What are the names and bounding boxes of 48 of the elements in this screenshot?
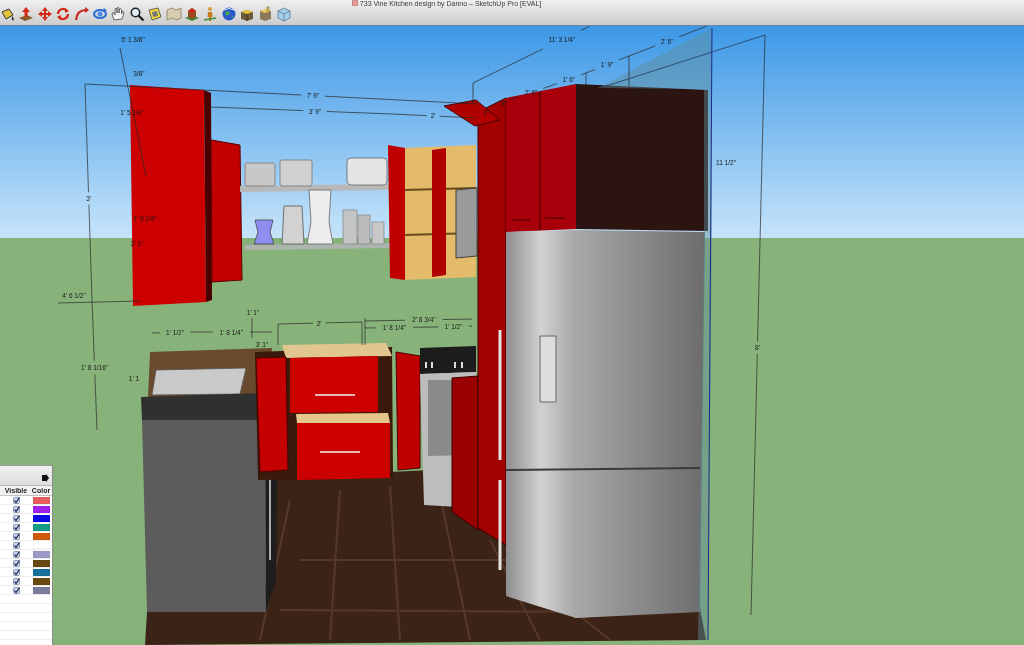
cooking-pot [244, 162, 276, 187]
canister [342, 209, 358, 245]
kettle [281, 205, 305, 245]
color-swatch[interactable] [32, 496, 50, 504]
magnifier-icon[interactable] [128, 5, 145, 22]
curved-arrow-icon[interactable] [73, 5, 90, 22]
hand-icon[interactable] [110, 5, 127, 22]
checkbox[interactable] [12, 550, 20, 558]
checkbox[interactable] [12, 568, 20, 576]
arrow-up-icon[interactable] [18, 5, 35, 22]
water-dispenser [539, 335, 557, 403]
checkbox[interactable] [12, 577, 20, 585]
color-swatch[interactable] [32, 505, 50, 513]
orbit-icon[interactable] [91, 5, 108, 22]
checkbox[interactable] [12, 586, 20, 594]
move-icon[interactable] [36, 5, 53, 22]
checkbox[interactable] [12, 541, 20, 549]
checkbox[interactable] [12, 559, 20, 567]
toaster [346, 157, 388, 186]
cooking-pot [279, 159, 313, 187]
checkbox[interactable] [12, 532, 20, 540]
color-swatch[interactable] [32, 568, 50, 576]
checkbox[interactable] [12, 523, 20, 531]
blender [306, 189, 334, 245]
color-swatch[interactable] [32, 541, 50, 549]
color-swatch[interactable] [32, 532, 50, 540]
package-icon[interactable] [257, 5, 274, 22]
color-swatch[interactable] [32, 577, 50, 585]
color-swatch[interactable] [32, 523, 50, 531]
cabinet-door [443, 99, 501, 127]
arrow-right-icon[interactable] [42, 474, 49, 482]
rotate-icon[interactable] [55, 5, 72, 22]
color-swatch[interactable] [32, 550, 50, 558]
checkbox[interactable] [12, 505, 20, 513]
house-icon[interactable] [183, 5, 200, 22]
moka-pot [253, 219, 275, 245]
checkbox[interactable] [12, 496, 20, 504]
color-swatch[interactable] [32, 514, 50, 522]
document-icon [351, 0, 358, 6]
canister [371, 221, 385, 245]
globe-icon[interactable] [220, 5, 237, 22]
color-swatch[interactable] [32, 559, 50, 567]
checkbox[interactable] [12, 514, 20, 522]
person-icon[interactable] [202, 5, 219, 22]
canister [357, 214, 371, 245]
microwave [455, 187, 478, 259]
color-swatch[interactable] [32, 586, 50, 594]
frame-icon[interactable] [147, 5, 164, 22]
